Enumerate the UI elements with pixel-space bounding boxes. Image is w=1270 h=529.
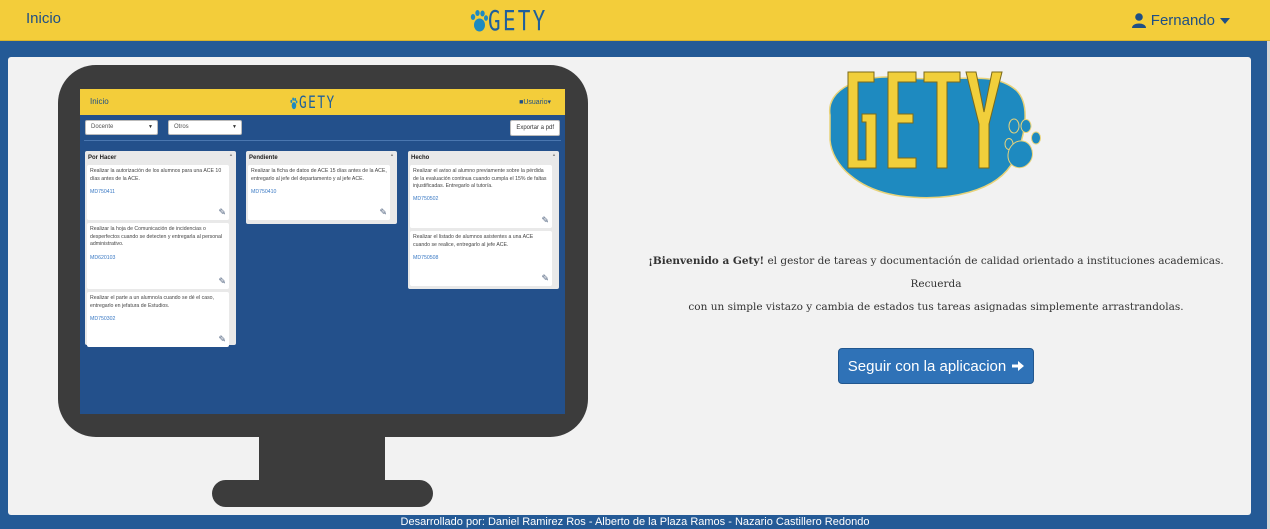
scroll-up-icon: ▲ (229, 152, 233, 157)
preview-task-card: Realizar la hoja de Comunicación de inci… (87, 223, 229, 289)
preview-task-card: Realizar la autorización de los alumnos … (87, 165, 229, 220)
preview-role-select-value: Docente (91, 124, 114, 130)
preview-task-card: Realizar el listado de alumnos asistente… (410, 231, 552, 286)
preview-export-button: Exportar a pdf (510, 120, 560, 136)
paw-icon (470, 10, 488, 32)
monitor-base (212, 480, 433, 507)
continue-button-label: Seguir con la aplicacion (847, 357, 1007, 375)
welcome-bold: ¡Bienvenido a Gety! (648, 255, 765, 267)
preview-select-caret-icon: ▼ (232, 124, 237, 130)
preview-column-title: Hecho ▲ (408, 151, 559, 165)
preview-user-menu: ■Usuario▾ (519, 98, 551, 106)
preview-task-id: MD750508 (413, 255, 439, 262)
preview-paw-icon (290, 97, 298, 109)
preview-column-title-text: Hecho (411, 155, 430, 161)
preview-brand-wordmark: GETY (299, 93, 336, 113)
pencil-icon: ✎ (218, 207, 226, 217)
preview-home-link: Inicio (90, 97, 109, 106)
preview-column-title: Por Hacer ▲ (85, 151, 236, 165)
preview-task-text: Realizar la autorización de los alumnos … (90, 168, 222, 182)
preview-task-card: Realizar el aviso al alumno previamente … (410, 165, 552, 228)
preview-task-id: MD620103 (90, 254, 116, 261)
preview-other-select-value: Otros (174, 124, 189, 130)
user-menu[interactable]: Fernando (1131, 12, 1230, 29)
brand-wordmark: GETY (488, 4, 548, 37)
nav-home-link[interactable]: Inicio (26, 10, 61, 27)
user-name: Fernando (1150, 12, 1215, 29)
brand-logo[interactable]: GETY (470, 5, 567, 37)
preview-task-id: MD750302 (90, 316, 116, 323)
pencil-icon: ✎ (379, 207, 387, 217)
preview-column-todo: Por Hacer ▲ Realizar la autorización de … (85, 151, 236, 347)
top-navbar: Inicio GETY Fernando (0, 0, 1270, 41)
pencil-icon: ✎ (541, 273, 549, 283)
scroll-up-icon: ▲ (552, 152, 556, 157)
preview-user-label: Usuario (523, 99, 548, 106)
pencil-icon: ✎ (218, 276, 226, 286)
preview-column-pending: Pendiente ▲ Realizar la ficha de datos d… (246, 151, 397, 224)
welcome-line-1: ¡Bienvenido a Gety! el gestor de tareas … (630, 250, 1242, 296)
preview-task-text: Realizar la ficha de datos de ACE 15 día… (251, 168, 387, 182)
preview-task-text: Realizar el aviso al alumno previamente … (413, 168, 547, 190)
preview-column-title: Pendiente ▲ (246, 151, 397, 165)
arrow-right-icon (1012, 361, 1025, 371)
preview-task-id: MD750411 (90, 189, 115, 196)
welcome-line-1-rest: el gestor de tareas y documentación de c… (764, 255, 1224, 290)
preview-brand: GETY (290, 93, 336, 113)
preview-role-select: Docente ▼ (85, 120, 158, 135)
preview-divider (84, 140, 561, 141)
preview-column-title-text: Pendiente (249, 155, 278, 161)
preview-task-text: Realizar el listado de alumnos asistente… (413, 234, 534, 248)
scroll-up-icon: ▲ (390, 152, 394, 157)
preview-other-select: Otros ▼ (168, 120, 242, 135)
preview-task-id: MD750502 (413, 195, 439, 202)
user-icon (1131, 13, 1146, 28)
preview-select-caret-icon: ▼ (148, 124, 153, 130)
preview-caret-icon: ▾ (547, 99, 551, 106)
continue-button[interactable]: Seguir con la aplicacion (838, 348, 1034, 384)
caret-down-icon (1220, 17, 1230, 24)
monitor-illustration: Inicio GETY ■Usuario▾ Docente ▼ Otros ▼ … (58, 65, 588, 437)
gety-logo (829, 71, 1041, 199)
preview-column-title-text: Por Hacer (88, 155, 117, 161)
preview-task-text: Realizar el parte a un alumno/a cuando s… (90, 295, 215, 309)
pencil-icon: ✎ (541, 215, 549, 225)
welcome-message: ¡Bienvenido a Gety! el gestor de tareas … (630, 250, 1242, 319)
pencil-icon: ✎ (218, 334, 226, 344)
preview-task-card: Realizar la ficha de datos de ACE 15 día… (248, 165, 390, 220)
preview-task-card: Realizar el parte a un alumno/a cuando s… (87, 292, 229, 347)
preview-navbar: Inicio GETY ■Usuario▾ (80, 89, 565, 115)
app-preview-screen: Inicio GETY ■Usuario▾ Docente ▼ Otros ▼ … (80, 89, 565, 414)
preview-task-id: MD750410 (251, 189, 277, 196)
preview-column-done: Hecho ▲ Realizar el aviso al alumno prev… (408, 151, 559, 289)
footer-credits: Desarrollado por: Daniel Ramirez Ros - A… (400, 516, 870, 528)
welcome-line-2: con un simple vistazo y cambia de estado… (688, 301, 1184, 313)
preview-task-text: Realizar la hoja de Comunicación de inci… (90, 226, 223, 248)
